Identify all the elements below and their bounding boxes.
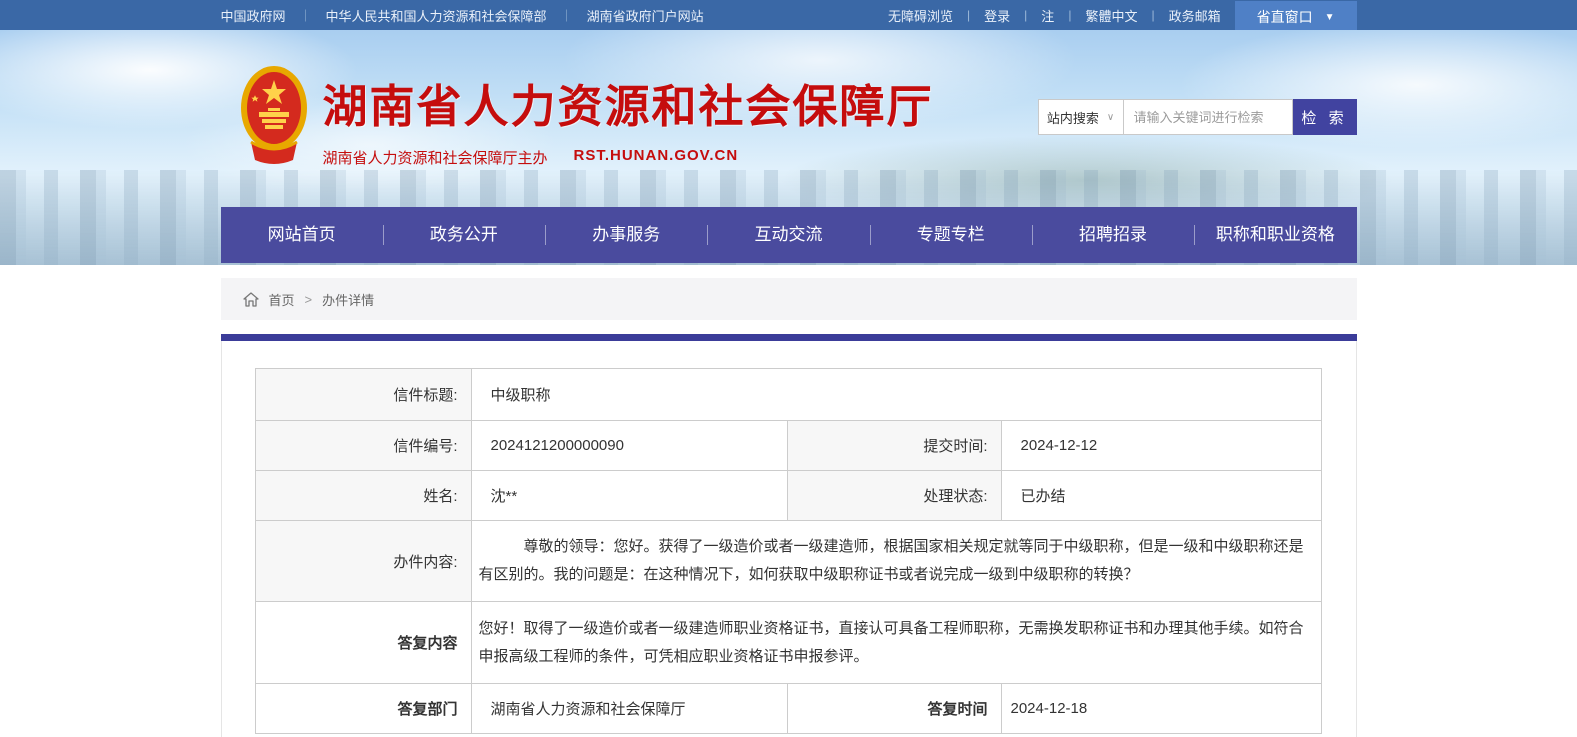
link-mohrss[interactable]: 中华人民共和国人力资源和社会保障部 <box>326 6 547 25</box>
search-scope-select[interactable]: 站内搜索 ∨ <box>1038 99 1123 135</box>
search-input[interactable] <box>1123 99 1293 135</box>
site-search: 站内搜索 ∨ 检 索 <box>1038 99 1357 135</box>
letter-detail-table: 信件标题: 中级职称 信件编号: 2024121200000090 提交时间: … <box>255 368 1321 734</box>
submit-time-label: 提交时间: <box>788 421 1002 471</box>
divider: | <box>1068 8 1071 22</box>
nav-services[interactable]: 办事服务 <box>545 207 707 263</box>
table-row: 答复部门 湖南省人力资源和社会保障厅 答复时间 2024-12-18 <box>256 684 1321 734</box>
home-icon[interactable] <box>243 292 259 307</box>
reply-dept-value: 湖南省人力资源和社会保障厅 <box>472 684 788 734</box>
site-title: 湖南省人力资源和社会保障厅 <box>323 70 934 135</box>
link-accessibility[interactable]: 无障碍浏览 <box>888 6 953 25</box>
table-row: 信件标题: 中级职称 <box>256 369 1321 421</box>
table-row: 答复内容 您好！取得了一级造价或者一级建造师职业资格证书，直接认可具备工程师职称… <box>256 602 1321 684</box>
reply-time-label: 答复时间 <box>788 684 1002 734</box>
name-label: 姓名: <box>256 471 472 521</box>
nav-special-topics[interactable]: 专题专栏 <box>870 207 1032 263</box>
reply-time-value: 2024-12-18 <box>1002 684 1321 734</box>
link-gov-cn[interactable]: 中国政府网 <box>221 6 286 25</box>
top-utility-bar: 中国政府网 ｜ 中华人民共和国人力资源和社会保障部 ｜ 湖南省政府门户网站 无障… <box>0 0 1577 30</box>
name-value: 沈** <box>472 471 788 521</box>
request-content-label: 办件内容: <box>256 521 472 602</box>
divider: ｜ <box>561 7 573 24</box>
letter-title-value: 中级职称 <box>472 369 1321 421</box>
table-row: 信件编号: 2024121200000090 提交时间: 2024-12-12 <box>256 421 1321 471</box>
link-gov-mail[interactable]: 政务邮箱 <box>1169 6 1221 25</box>
request-content-text: 尊敬的领导：您好。获得了一级造价或者一级建造师，根据国家相关规定就等同于中级职称… <box>478 533 1314 589</box>
table-row: 姓名: 沈** 处理状态: 已办结 <box>256 471 1321 521</box>
reply-dept-label: 答复部门 <box>256 684 472 734</box>
province-window-label: 省直窗口 <box>1257 7 1313 27</box>
breadcrumb-separator: > <box>305 292 313 307</box>
table-row: 办件内容: 尊敬的领导：您好。获得了一级造价或者一级建造师，根据国家相关规定就等… <box>256 521 1321 602</box>
letter-title-label: 信件标题: <box>256 369 472 421</box>
province-window-dropdown[interactable]: 省直窗口 ▼ <box>1235 1 1357 33</box>
section-divider-bar <box>221 334 1357 341</box>
letter-number-label: 信件编号: <box>256 421 472 471</box>
site-banner: 湖南省人力资源和社会保障厅 湖南省人力资源和社会保障厅主办 RST.HUNAN.… <box>0 30 1577 265</box>
select-arrow-icon: ∨ <box>1107 112 1114 123</box>
nav-professional-titles[interactable]: 职称和职业资格 <box>1194 207 1356 263</box>
link-hunan-gov[interactable]: 湖南省政府门户网站 <box>587 6 704 25</box>
nav-gov-affairs[interactable]: 政务公开 <box>383 207 545 263</box>
link-login[interactable]: 登录 <box>984 6 1010 25</box>
detail-panel: 信件标题: 中级职称 信件编号: 2024121200000090 提交时间: … <box>221 341 1357 737</box>
divider: | <box>967 8 970 22</box>
main-navigation: 网站首页 政务公开 办事服务 互动交流 专题专栏 招聘招录 职称和职业资格 <box>221 207 1357 263</box>
submit-time-value: 2024-12-12 <box>1002 421 1321 471</box>
search-scope-label: 站内搜索 <box>1047 108 1099 127</box>
site-url: RST.HUNAN.GOV.CN <box>574 147 739 168</box>
divider: | <box>1151 8 1154 22</box>
site-subtitle-row: 湖南省人力资源和社会保障厅主办 RST.HUNAN.GOV.CN <box>323 147 934 168</box>
breadcrumb: 首页 > 办件详情 <box>221 278 1357 320</box>
nav-interaction[interactable]: 互动交流 <box>707 207 869 263</box>
brand-block: 湖南省人力资源和社会保障厅 湖南省人力资源和社会保障厅主办 RST.HUNAN.… <box>323 70 934 168</box>
topbar-left-links: 中国政府网 ｜ 中华人民共和国人力资源和社会保障部 ｜ 湖南省政府门户网站 <box>221 6 704 25</box>
breadcrumb-home[interactable]: 首页 <box>269 290 295 309</box>
reply-content-text: 您好！取得了一级造价或者一级建造师职业资格证书，直接认可具备工程师职称，无需换发… <box>478 615 1314 671</box>
search-button[interactable]: 检 索 <box>1293 99 1357 135</box>
request-content-value: 尊敬的领导：您好。获得了一级造价或者一级建造师，根据国家相关规定就等同于中级职称… <box>472 521 1321 602</box>
reply-content-value: 您好！取得了一级造价或者一级建造师职业资格证书，直接认可具备工程师职称，无需换发… <box>472 602 1321 684</box>
divider: ｜ <box>300 7 312 24</box>
link-register[interactable]: 注 <box>1041 6 1054 25</box>
reply-content-label: 答复内容 <box>256 602 472 684</box>
site-organizer: 湖南省人力资源和社会保障厅主办 <box>323 147 548 168</box>
nav-home[interactable]: 网站首页 <box>221 207 383 263</box>
letter-number-value: 2024121200000090 <box>472 421 788 471</box>
national-emblem-logo <box>237 64 311 164</box>
divider: | <box>1024 8 1027 22</box>
status-label: 处理状态: <box>788 471 1002 521</box>
breadcrumb-current: 办件详情 <box>322 290 374 309</box>
link-traditional-chinese[interactable]: 繁體中文 <box>1085 6 1137 25</box>
nav-recruitment[interactable]: 招聘招录 <box>1032 207 1194 263</box>
topbar-right-links: 无障碍浏览 | 登录 | 注 | 繁體中文 | 政务邮箱 省直窗口 ▼ <box>888 0 1356 33</box>
chevron-down-icon: ▼ <box>1325 12 1335 23</box>
status-value: 已办结 <box>1002 471 1321 521</box>
